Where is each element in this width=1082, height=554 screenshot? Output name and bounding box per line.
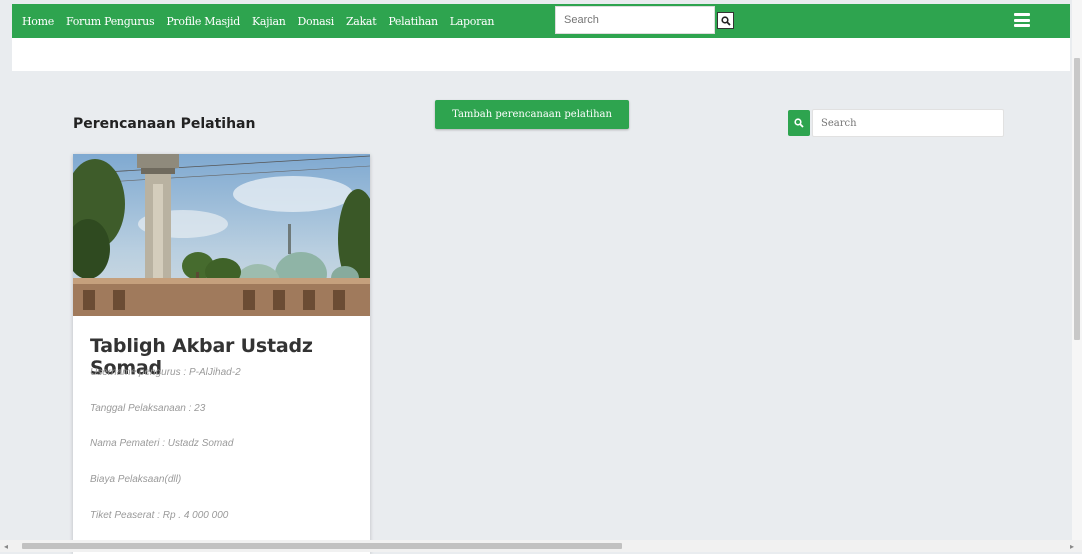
nav-link-forum-pengurus[interactable]: Forum Pengurus bbox=[66, 15, 155, 28]
vertical-scrollbar[interactable] bbox=[1072, 0, 1082, 540]
page-title: Perencanaan Pelatihan bbox=[73, 116, 256, 132]
nav-link-zakat[interactable]: Zakat bbox=[346, 15, 377, 28]
nav-links: Home Forum Pengurus Profile Masjid Kajia… bbox=[22, 15, 506, 28]
nav-link-profile-masjid[interactable]: Profile Masjid bbox=[166, 15, 240, 28]
nav-link-donasi[interactable]: Donasi bbox=[298, 15, 335, 28]
side-search-input[interactable] bbox=[812, 109, 1004, 137]
add-training-plan-button[interactable]: Tambah perencanaan pelatihan bbox=[435, 100, 629, 129]
vertical-scrollbar-thumb[interactable] bbox=[1074, 58, 1080, 340]
nav-link-laporan[interactable]: Laporan bbox=[450, 15, 495, 28]
horizontal-scrollbar[interactable]: ◂ ▸ bbox=[0, 540, 1082, 552]
card-field-speaker: Nama Pemateri : Ustadz Somad bbox=[90, 438, 234, 449]
mosque-photo bbox=[73, 154, 370, 316]
search-icon bbox=[794, 118, 804, 128]
nav-link-home[interactable]: Home bbox=[22, 15, 54, 28]
top-navbar: Home Forum Pengurus Profile Masjid Kajia… bbox=[12, 4, 1070, 38]
nav-search-input[interactable] bbox=[555, 6, 715, 34]
nav-search-button[interactable] bbox=[717, 12, 734, 29]
nav-link-pelatihan[interactable]: Pelatihan bbox=[388, 15, 438, 28]
card-field-cost: Biaya Pelaksaan(dll) bbox=[90, 474, 182, 485]
side-search-button[interactable] bbox=[788, 110, 810, 136]
horizontal-scrollbar-thumb[interactable] bbox=[22, 543, 622, 549]
search-icon bbox=[720, 15, 731, 26]
card-field-date: Tanggal Pelaksanaan : 23 bbox=[90, 403, 206, 414]
scroll-right-arrow-icon[interactable]: ▸ bbox=[1070, 542, 1074, 551]
card-field-ticket: Tiket Peaserat : Rp . 4 000 000 bbox=[90, 510, 229, 521]
hamburger-menu-icon[interactable] bbox=[1014, 13, 1030, 27]
card-field-username: Username pengurus : P-AlJihad-2 bbox=[90, 367, 241, 378]
scroll-left-arrow-icon[interactable]: ◂ bbox=[4, 542, 8, 551]
training-card[interactable]: Tabligh Akbar Ustadz Somad Username peng… bbox=[73, 154, 370, 554]
nav-link-kajian[interactable]: Kajian bbox=[252, 15, 286, 28]
header-spacer bbox=[12, 38, 1070, 71]
